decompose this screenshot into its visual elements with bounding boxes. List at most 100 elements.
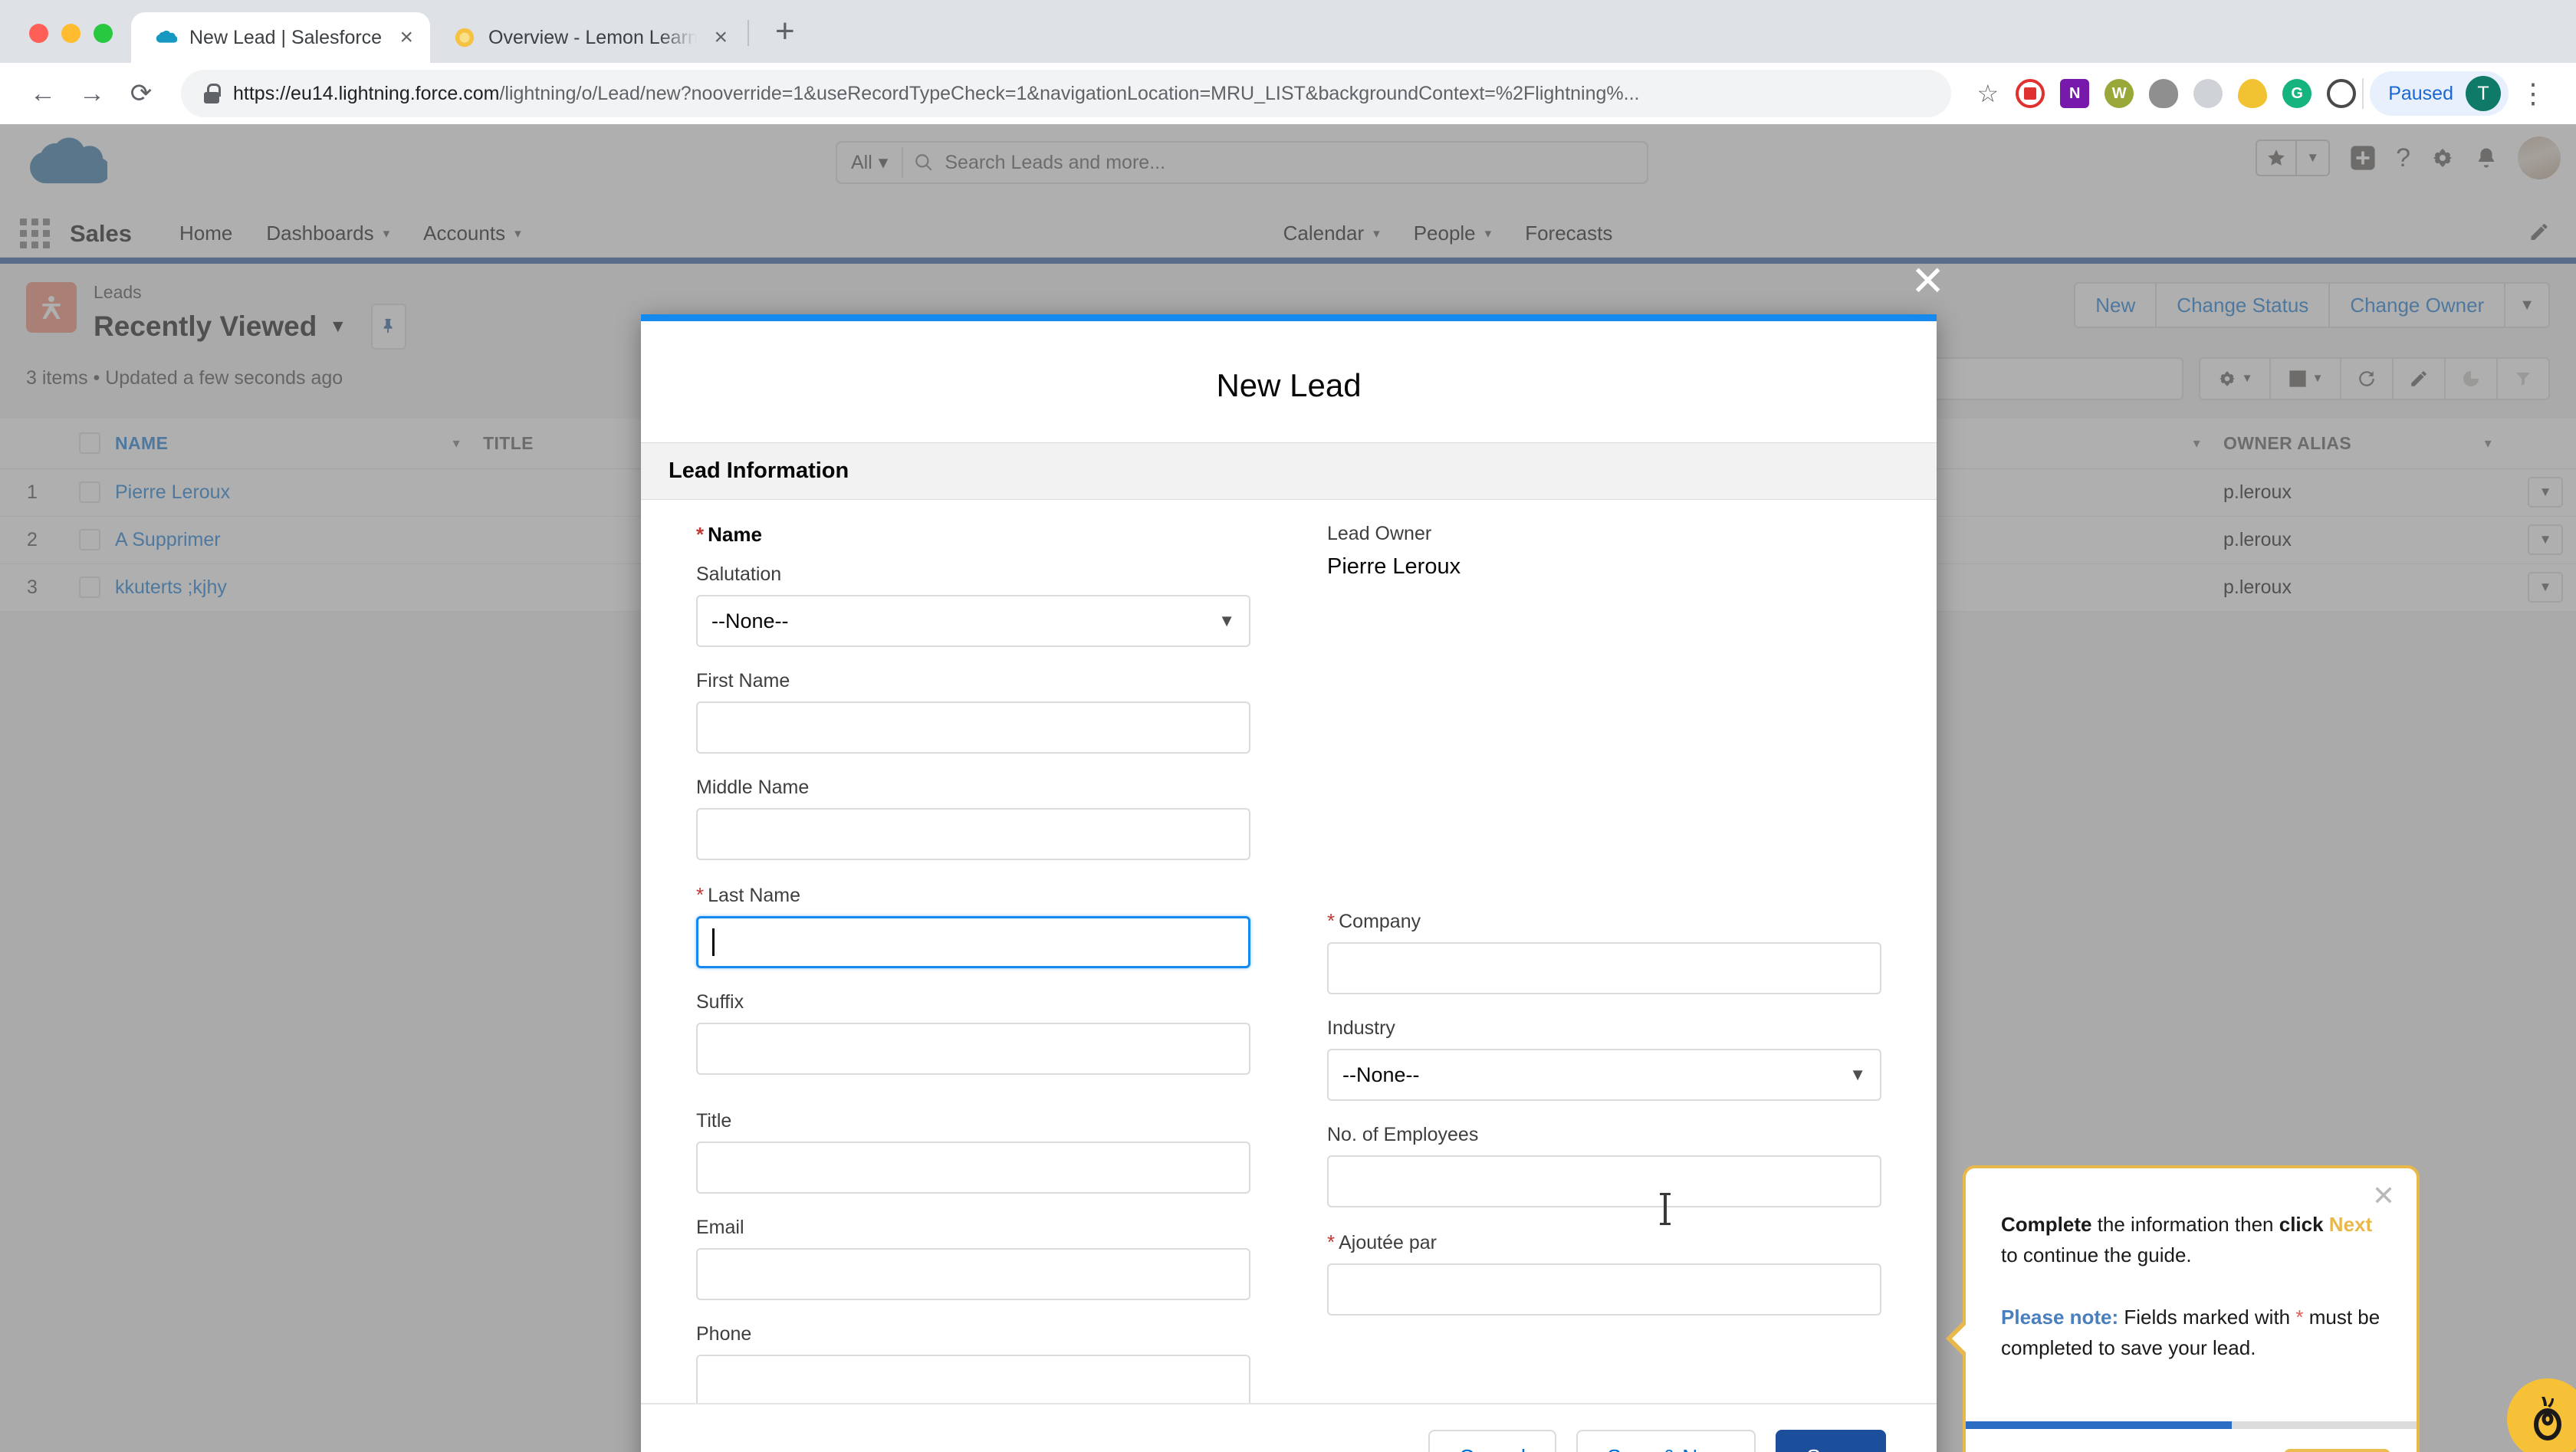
bookmark-star-icon[interactable]: ☆ — [1967, 79, 2010, 108]
required-marker: * — [1327, 1230, 1336, 1253]
field-employees: No. of Employees — [1327, 1124, 1881, 1207]
required-marker: * — [696, 523, 705, 546]
label-salutation: Salutation — [696, 563, 782, 585]
lemon-fab-icon — [2534, 1397, 2561, 1441]
cancel-button[interactable]: Cancel — [1428, 1430, 1557, 1452]
tooltip-text-3: Fields marked with — [2118, 1306, 2296, 1329]
salesforce-cloud-icon — [156, 30, 177, 43]
text-cursor — [712, 928, 715, 956]
browser-menu-icon[interactable]: ⋮ — [2509, 80, 2558, 107]
label-company-text: Company — [1339, 911, 1421, 932]
modal-close-icon[interactable]: ✕ — [1911, 261, 1945, 302]
url-path: /lightning/o/Lead/new?nooverride=1&useRe… — [499, 82, 1640, 104]
salutation-value: --None-- — [711, 609, 789, 632]
adblock-extension-icon[interactable] — [2016, 79, 2045, 108]
back-icon[interactable]: ← — [18, 69, 67, 118]
tooltip-next-word: Next — [2328, 1213, 2373, 1236]
name-group-label: * Name — [696, 523, 1250, 547]
tooltip-text-2: to continue the guide. — [2001, 1243, 2192, 1266]
modal-title: New Lead — [1216, 367, 1362, 403]
tooltip-paragraph-2: Please note: Fields marked with * must b… — [2001, 1303, 2381, 1363]
tab-close-icon[interactable]: × — [395, 26, 413, 49]
grammarly-extension-icon[interactable]: G — [2282, 79, 2312, 108]
label-suffix: Suffix — [696, 991, 744, 1013]
save-and-new-button[interactable]: Save & New — [1576, 1430, 1756, 1452]
suffix-input[interactable] — [696, 1023, 1250, 1075]
required-marker: * — [696, 883, 705, 906]
last-name-input[interactable] — [696, 916, 1250, 968]
email-input[interactable] — [696, 1248, 1250, 1300]
label-title: Title — [696, 1110, 732, 1132]
required-marker: * — [1327, 909, 1336, 932]
extensions-area: N W G — [2009, 79, 2357, 108]
new-tab-button[interactable]: + — [752, 12, 815, 63]
whale-extension-icon[interactable] — [2193, 79, 2223, 108]
field-first-name: First Name — [696, 670, 1250, 754]
phone-input[interactable] — [696, 1355, 1250, 1403]
modal-body: Lead Information * Name Salutation --None… — [641, 442, 1937, 1403]
label-ajoutee-par: * Ajoutée par — [1327, 1230, 1881, 1254]
onenote-extension-icon[interactable]: N — [2060, 79, 2090, 108]
title-input[interactable] — [696, 1142, 1250, 1194]
tooltip-progress-fill — [1966, 1421, 2232, 1429]
lemon-learning-tooltip: ✕ Complete the information then click Ne… — [1946, 1165, 2420, 1452]
browser-tab-lemon-learning[interactable]: Overview - Lemon Learning Ad × — [430, 12, 744, 63]
label-industry: Industry — [1327, 1017, 1395, 1039]
tab-close-icon[interactable]: × — [709, 26, 728, 49]
tooltip-close-icon[interactable]: ✕ — [2372, 1182, 2395, 1210]
field-company: * Company — [1327, 909, 1881, 994]
browser-window: New Lead | Salesforce × Overview - Lemon… — [0, 0, 2576, 1452]
ajoutee-par-input[interactable] — [1327, 1263, 1881, 1316]
tooltip-bold-complete: Complete — [2001, 1213, 2092, 1236]
form-column-right: Lead Owner Pierre Leroux * Company Indust… — [1289, 523, 1881, 1403]
maximize-window-button[interactable] — [94, 24, 113, 43]
middle-name-input[interactable] — [696, 808, 1250, 860]
label-last-name: * Last Name — [696, 883, 1250, 907]
save-button[interactable]: Save — [1776, 1430, 1886, 1452]
sync-status-label: Paused — [2388, 82, 2453, 104]
tab-title: New Lead | Salesforce — [189, 26, 383, 48]
forward-icon[interactable]: → — [67, 69, 117, 118]
acorn-extension-icon[interactable] — [2149, 79, 2179, 108]
label-employees: No. of Employees — [1327, 1124, 1479, 1145]
tooltip-next-button[interactable]: NEXT — [2283, 1448, 2390, 1452]
toolbar-divider — [2362, 78, 2364, 109]
tab-divider — [748, 20, 749, 46]
label-phone: Phone — [696, 1323, 752, 1345]
wappalyzer-extension-icon[interactable]: W — [2104, 79, 2134, 108]
tab-title: Overview - Lemon Learning Ad — [488, 26, 698, 48]
profile-avatar[interactable]: T — [2466, 76, 2501, 111]
salesforce-app: All▾ Search Leads and more... ▼ ? — [0, 124, 2576, 1452]
page-viewport: All▾ Search Leads and more... ▼ ? — [0, 124, 2576, 1452]
close-window-button[interactable] — [29, 24, 48, 43]
label-ajoutee-par-text: Ajoutée par — [1339, 1232, 1437, 1253]
employees-input[interactable] — [1327, 1155, 1881, 1207]
mouse-cursor-icon — [1657, 1192, 1674, 1230]
opera-extension-icon[interactable] — [2327, 79, 2357, 108]
label-first-name: First Name — [696, 670, 790, 692]
browser-tabstrip: New Lead | Salesforce × Overview - Lemon… — [0, 0, 2576, 63]
salutation-select[interactable]: --None-- ▼ — [696, 595, 1250, 647]
first-name-input[interactable] — [696, 701, 1250, 754]
label-middle-name: Middle Name — [696, 777, 810, 798]
profile-chip[interactable]: Paused T — [2370, 71, 2509, 116]
url-host: https://eu14.lightning.force.com — [233, 82, 500, 104]
minimize-window-button[interactable] — [61, 24, 80, 43]
chevron-down-icon: ▼ — [1849, 1065, 1866, 1084]
tooltip-footer: NEXT — [1966, 1429, 2417, 1452]
address-bar[interactable]: https://eu14.lightning.force.com/lightni… — [181, 70, 1951, 117]
form-column-left: * Name Salutation --None-- ▼ First Name … — [696, 523, 1289, 1403]
company-input[interactable] — [1327, 942, 1881, 994]
browser-tab-salesforce[interactable]: New Lead | Salesforce × — [131, 12, 430, 63]
field-industry: Industry --None-- ▼ — [1327, 1017, 1881, 1101]
label-lead-owner: Lead Owner — [1327, 523, 1432, 544]
tooltip-note-label: Please note: — [2001, 1306, 2119, 1329]
field-phone: Phone — [696, 1323, 1250, 1403]
reload-icon[interactable]: ⟳ — [117, 69, 166, 118]
chevron-down-icon: ▼ — [1218, 611, 1235, 630]
lock-icon — [204, 84, 221, 103]
field-last-name: * Last Name — [696, 883, 1250, 968]
address-bar-url: https://eu14.lightning.force.com/lightni… — [233, 83, 1640, 105]
lemon-learning-extension-icon[interactable] — [2238, 79, 2268, 108]
industry-select[interactable]: --None-- ▼ — [1327, 1049, 1881, 1101]
